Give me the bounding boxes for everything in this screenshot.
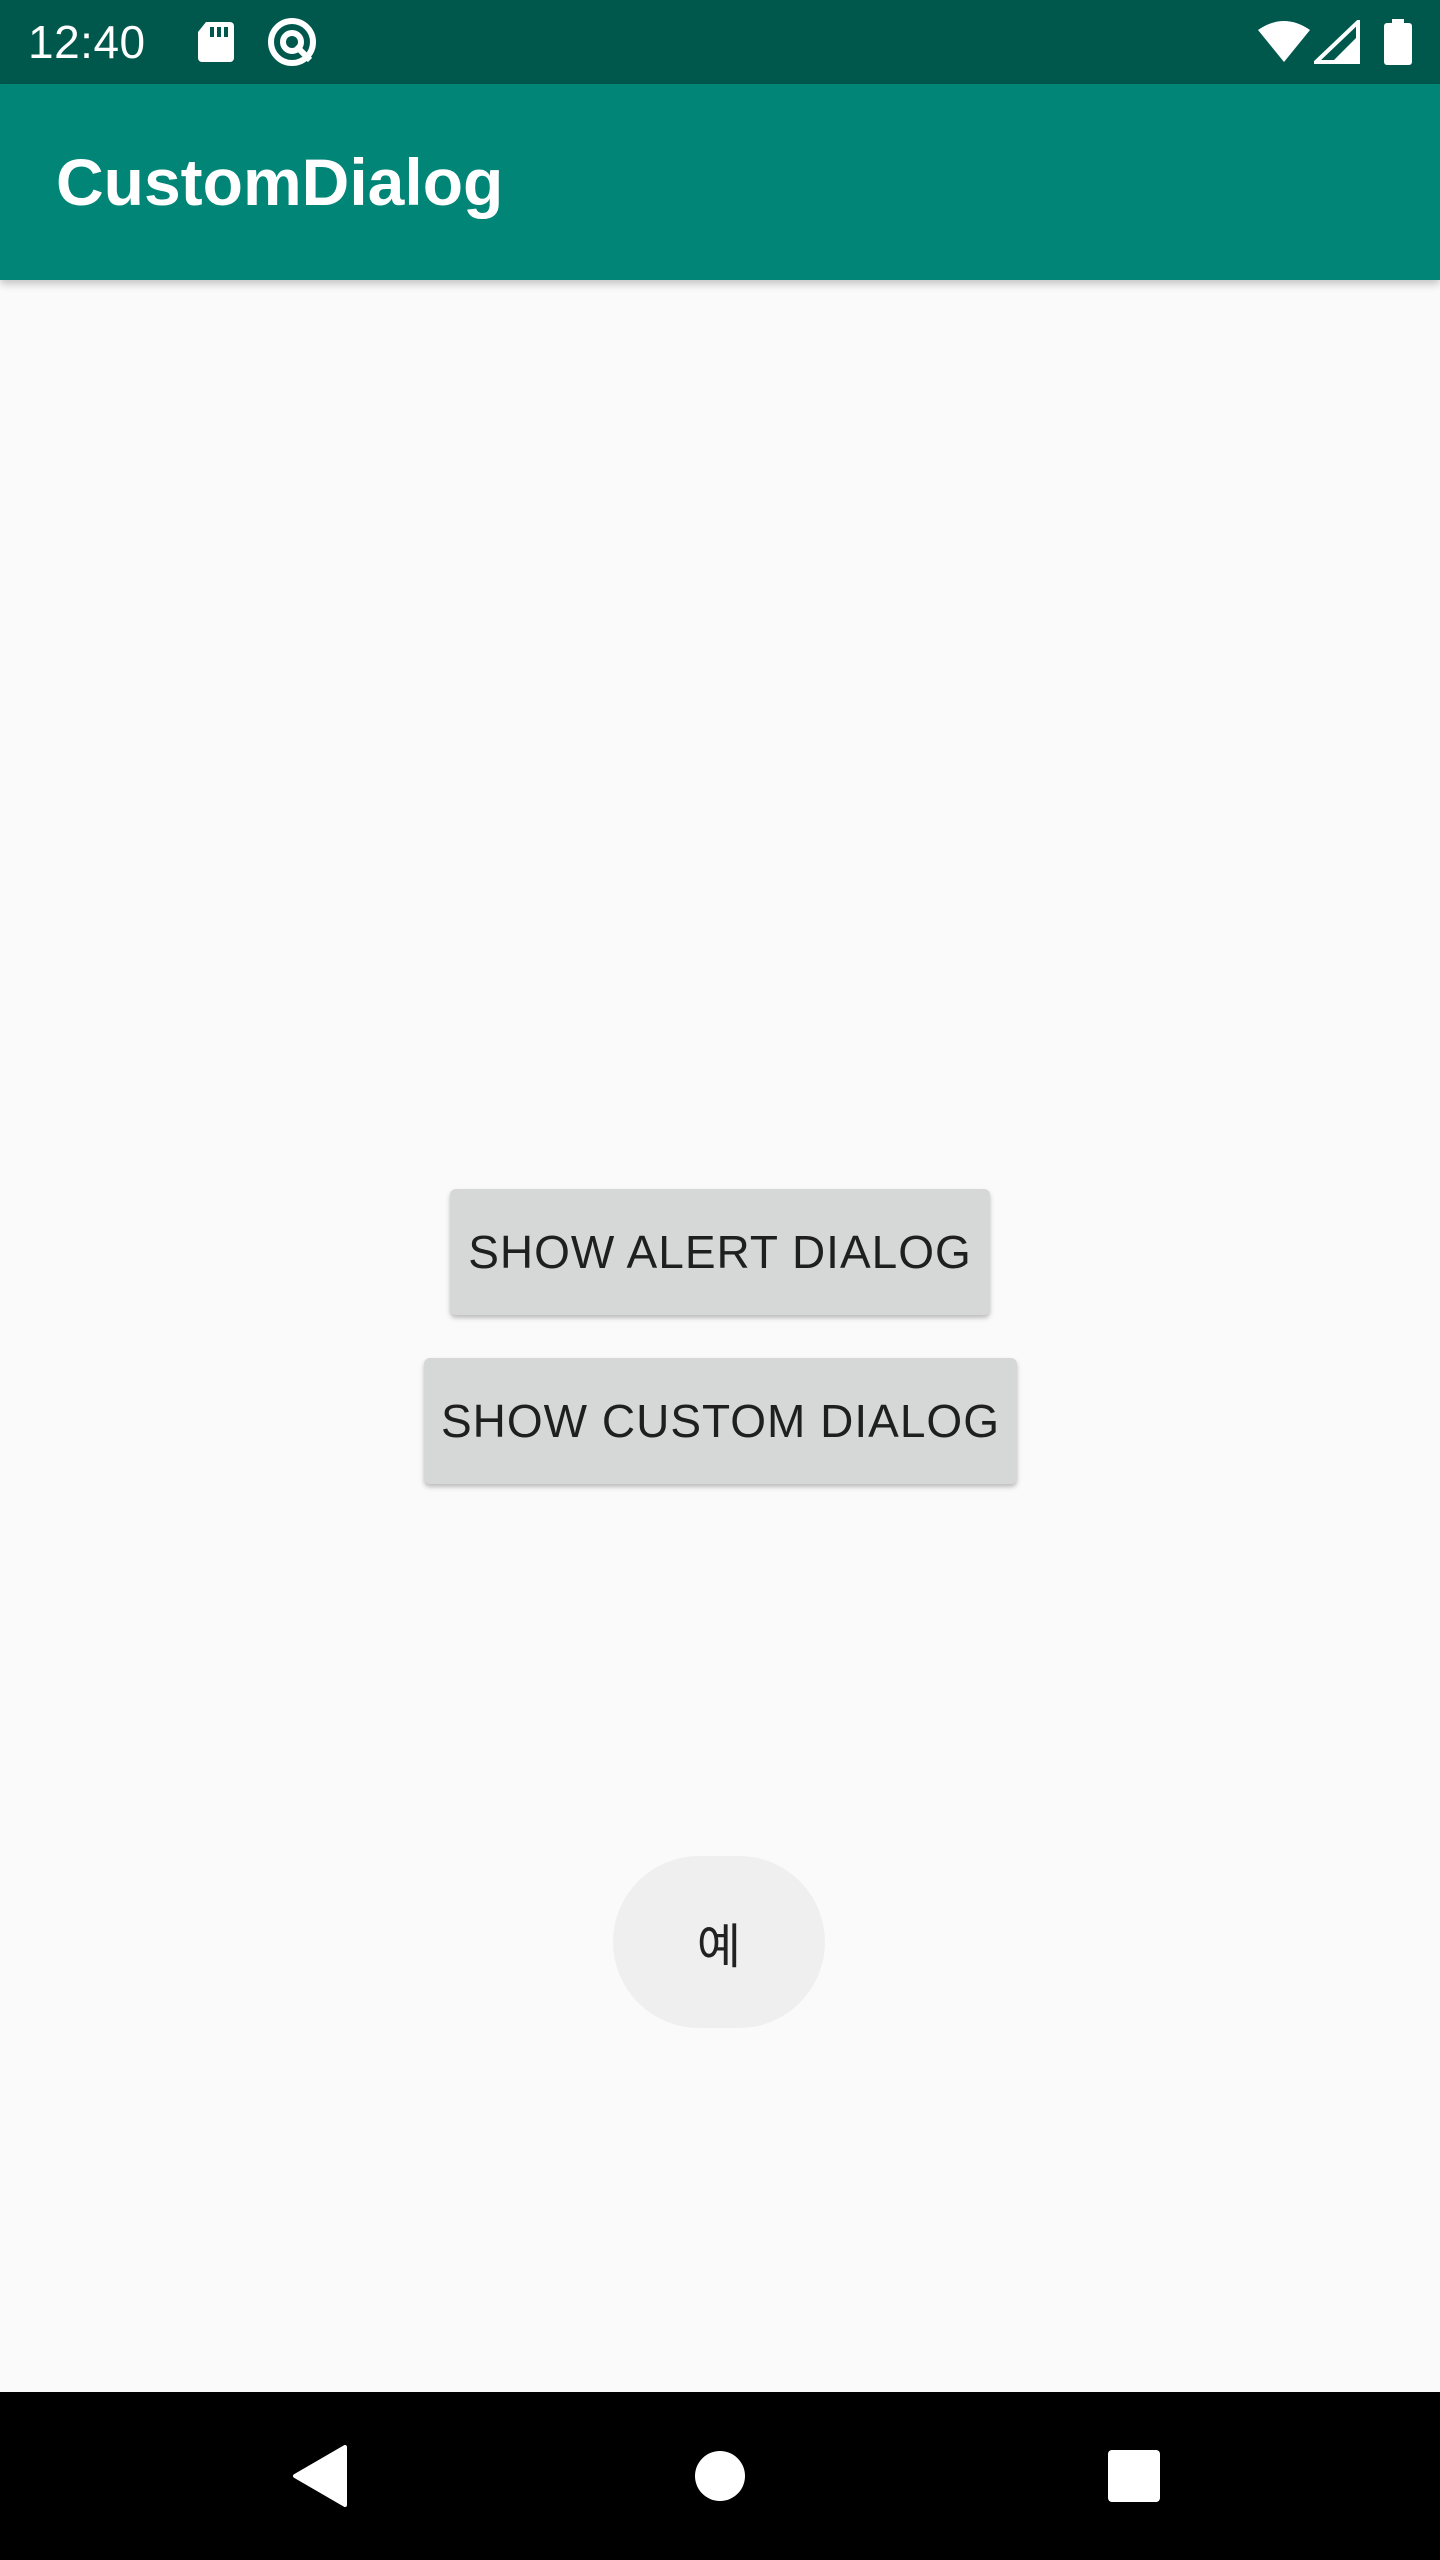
main-content: SHOW ALERT DIALOG SHOW CUSTOM DIALOG bbox=[0, 280, 1440, 2392]
navigation-bar bbox=[0, 2392, 1440, 2560]
status-bar: 12:40 bbox=[0, 0, 1440, 84]
back-button[interactable] bbox=[260, 2392, 380, 2560]
cell-signal-icon bbox=[1314, 0, 1360, 84]
wifi-icon bbox=[1256, 0, 1312, 84]
toast-message: 예 bbox=[613, 1856, 825, 2028]
sd-card-icon bbox=[196, 0, 236, 84]
show-alert-dialog-button[interactable]: SHOW ALERT DIALOG bbox=[450, 1189, 990, 1315]
toast-text: 예 bbox=[696, 1919, 742, 1975]
status-time: 12:40 bbox=[28, 16, 146, 68]
home-icon bbox=[695, 2451, 745, 2501]
show-custom-dialog-button[interactable]: SHOW CUSTOM DIALOG bbox=[424, 1358, 1017, 1484]
recents-button[interactable] bbox=[1074, 2392, 1194, 2560]
home-button[interactable] bbox=[660, 2392, 780, 2560]
app-title: CustomDialog bbox=[56, 145, 504, 219]
app-screen: 12:40 CustomDialog SHOW ALERT DIALOG SHO… bbox=[0, 0, 1440, 2560]
data-saver-icon bbox=[266, 0, 318, 84]
recents-icon bbox=[1108, 2450, 1160, 2502]
app-bar: CustomDialog bbox=[0, 84, 1440, 280]
back-icon bbox=[293, 2445, 347, 2507]
battery-icon bbox=[1384, 0, 1412, 84]
